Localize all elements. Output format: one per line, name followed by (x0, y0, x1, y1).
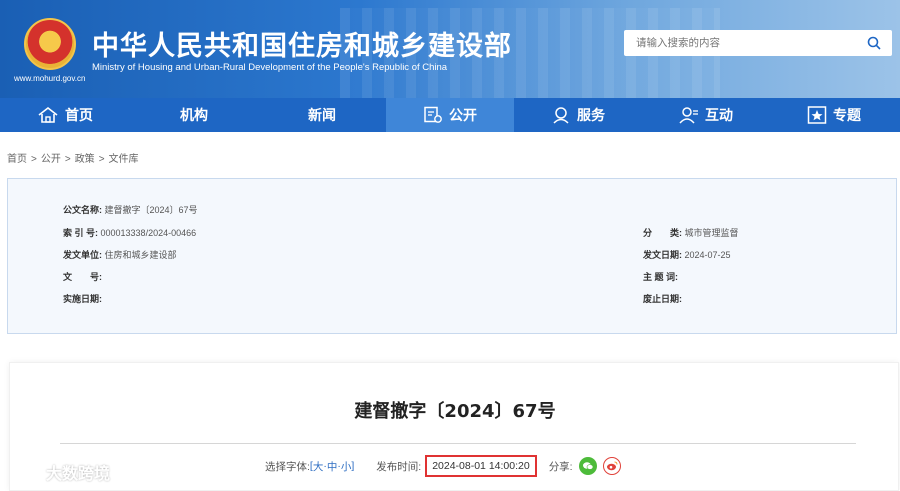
document-body: 建督撤字〔2024〕67号 选择字体: [ 大 · 中 · 小 ] 发布时间: … (9, 362, 899, 491)
nav-item-services[interactable]: 服务 (514, 98, 642, 132)
breadcrumb-item[interactable]: 政策 (75, 154, 95, 165)
nav-item-topics[interactable]: 专题 (770, 98, 898, 132)
nav-item-public[interactable]: 公开 (386, 98, 514, 132)
font-size-small-button[interactable]: 小 (341, 459, 352, 474)
breadcrumb-separator: > (31, 154, 37, 165)
meta-label: 废止日期: (643, 294, 682, 304)
service-icon (553, 107, 569, 124)
meta-issuer: 发文单位: 住房和城乡建设部 (63, 248, 177, 261)
meta-label: 文 号: (63, 272, 102, 282)
meta-value: 建督撤字〔2024〕67号 (104, 205, 198, 215)
breadcrumb-item[interactable]: 文件库 (109, 154, 139, 165)
meta-value: 城市管理监督 (684, 228, 739, 238)
breadcrumb: 首页 > 公开 > 政策 > 文件库 (7, 150, 139, 165)
meta-label: 公文名称: (63, 205, 102, 215)
meta-doc-name: 公文名称: 建督撤字〔2024〕67号 (63, 203, 198, 216)
bracket-close: ] (351, 460, 355, 472)
watermark-text: 大数跨境 (46, 466, 111, 483)
share-label: 分享: (548, 460, 573, 473)
nav-label: 服务 (577, 107, 605, 123)
meta-value: 000013338/2024-00466 (100, 228, 197, 238)
nav-label: 首页 (65, 107, 93, 123)
site-title[interactable]: 中华人民共和国住房和城乡建设部 (92, 24, 512, 63)
meta-doc-no: 文 号: (63, 270, 102, 283)
breadcrumb-item[interactable]: 首页 (7, 154, 27, 165)
nav-item-agencies[interactable]: 机构 (130, 98, 258, 132)
meta-issue-date: 发文日期: 2024-07-25 (643, 248, 731, 261)
search-icon (867, 36, 881, 50)
meta-expiry-date: 废止日期: (643, 292, 682, 305)
meta-label: 分 类: (643, 228, 682, 238)
font-select-label: 选择字体: (265, 460, 310, 473)
interact-icon (679, 107, 698, 124)
site-domain: www.mohurd.gov.cn (14, 74, 86, 83)
nav-label: 机构 (180, 107, 208, 123)
nav-label: 专题 (833, 107, 861, 123)
meta-value: 住房和城乡建设部 (104, 250, 177, 260)
main-nav: 首页 机构 新闻 公开 服务 互动 专题 (0, 98, 900, 132)
national-emblem-icon[interactable] (24, 18, 76, 70)
weibo-icon[interactable] (602, 457, 621, 475)
publish-label: 发布时间: (376, 460, 422, 473)
meta-label: 发文单位: (63, 250, 102, 260)
meta-category: 分 类: 城市管理监督 (643, 226, 739, 239)
nav-item-news[interactable]: 新闻 (258, 98, 386, 132)
document-meta-panel: 公文名称: 建督撤字〔2024〕67号 索 引 号: 000013338/202… (7, 178, 897, 334)
nav-item-interaction[interactable]: 互动 (642, 98, 770, 132)
meta-index: 索 引 号: 000013338/2024-00466 (63, 226, 196, 239)
site-header: www.mohurd.gov.cn 中华人民共和国住房和城乡建设部 Minist… (0, 0, 900, 98)
meta-effective-date: 实施日期: (63, 292, 102, 305)
nav-label: 公开 (449, 107, 477, 123)
document-title: 建督撤字〔2024〕67号 (354, 401, 556, 422)
wechat-icon[interactable] (578, 457, 597, 475)
meta-label: 索 引 号: (63, 228, 98, 238)
search-button[interactable] (856, 30, 892, 56)
breadcrumb-item[interactable]: 公开 (41, 154, 61, 165)
star-icon (807, 106, 827, 124)
meta-value: 2024-07-25 (684, 250, 731, 260)
nav-item-home[interactable]: 首页 (0, 98, 130, 132)
meta-label: 主 题 词: (643, 272, 678, 282)
publish-time-highlight: 2024-08-01 14:00:20 (425, 455, 537, 477)
document-icon (424, 106, 442, 123)
breadcrumb-separator: > (98, 154, 105, 165)
watermark-logo-icon (11, 463, 39, 481)
breadcrumb-separator: > (64, 154, 71, 165)
font-size-large-button[interactable]: 大 (313, 459, 324, 474)
nav-label: 互动 (705, 107, 733, 123)
meta-label: 发文日期: (643, 250, 682, 260)
nav-label: 新闻 (308, 107, 336, 123)
meta-label: 实施日期: (63, 294, 102, 304)
search-input[interactable] (624, 30, 856, 56)
meta-subject: 主 题 词: (643, 270, 678, 283)
watermark: 大数跨境 (10, 460, 110, 484)
home-icon (38, 106, 58, 123)
site-subtitle: Ministry of Housing and Urban-Rural Deve… (92, 62, 448, 73)
divider (60, 443, 856, 444)
search-box (624, 30, 892, 56)
font-size-medium-button[interactable]: 中 (327, 459, 338, 474)
document-toolbar: 选择字体: [ 大 · 中 · 小 ] 发布时间: 2024-08-01 14:… (265, 455, 621, 477)
